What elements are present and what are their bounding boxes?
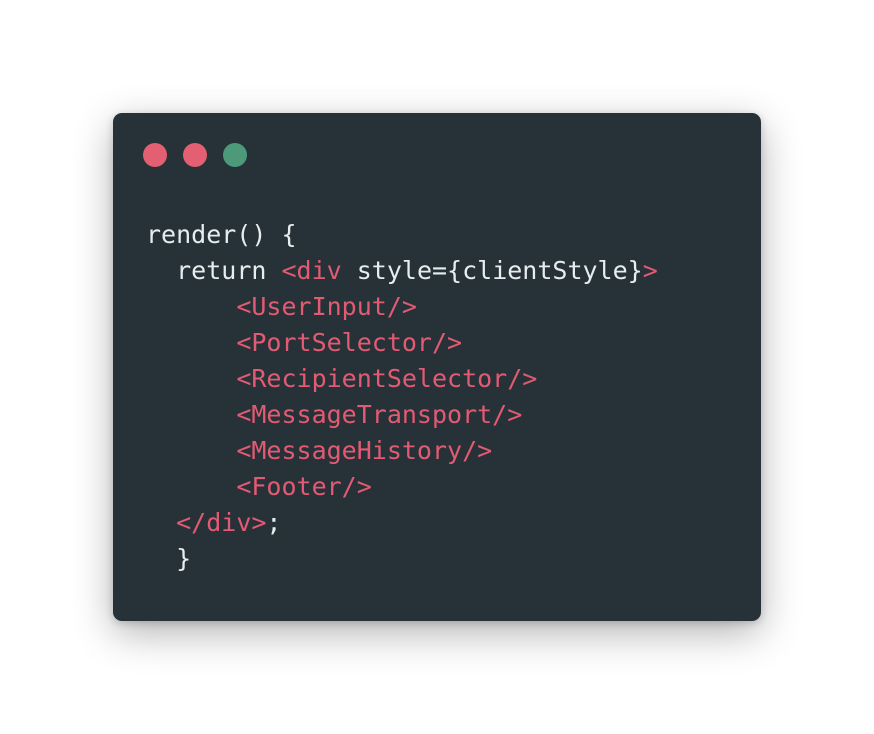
code-tag-token: <MessageHistory/>	[236, 436, 493, 465]
code-line: <MessageHistory/>	[146, 433, 658, 469]
code-tag-token: <PortSelector/>	[236, 328, 463, 357]
minimize-dot-icon[interactable]	[183, 143, 207, 167]
code-window: render() { return <div style={clientStyl…	[113, 113, 761, 621]
code-line: <PortSelector/>	[146, 325, 658, 361]
code-tag-token: <MessageTransport/>	[236, 400, 523, 429]
code-line: <RecipientSelector/>	[146, 361, 658, 397]
code-block: render() { return <div style={clientStyl…	[146, 217, 658, 577]
code-line: return <div style={clientStyle}>	[146, 253, 658, 289]
code-tag-token: <RecipientSelector/>	[236, 364, 538, 393]
code-tag-token: >	[642, 256, 658, 285]
code-line: render() {	[146, 217, 658, 253]
code-plain-token: style={clientStyle}	[341, 256, 643, 285]
code-line: <MessageTransport/>	[146, 397, 658, 433]
window-controls	[143, 143, 247, 167]
code-tag-token: <Footer/>	[236, 472, 372, 501]
code-line: <UserInput/>	[146, 289, 658, 325]
code-line: <Footer/>	[146, 469, 658, 505]
zoom-dot-icon[interactable]	[223, 143, 247, 167]
code-tag-token: </div>	[176, 508, 267, 537]
close-dot-icon[interactable]	[143, 143, 167, 167]
code-line: }	[146, 541, 658, 577]
code-plain-token: render() {	[146, 220, 297, 249]
code-plain-token: return	[176, 256, 282, 285]
code-tag-token: <UserInput/>	[236, 292, 417, 321]
code-plain-token: ;	[266, 508, 282, 537]
code-line: </div>;	[146, 505, 658, 541]
code-plain-token: }	[176, 544, 192, 573]
code-tag-token: <div	[281, 256, 342, 285]
